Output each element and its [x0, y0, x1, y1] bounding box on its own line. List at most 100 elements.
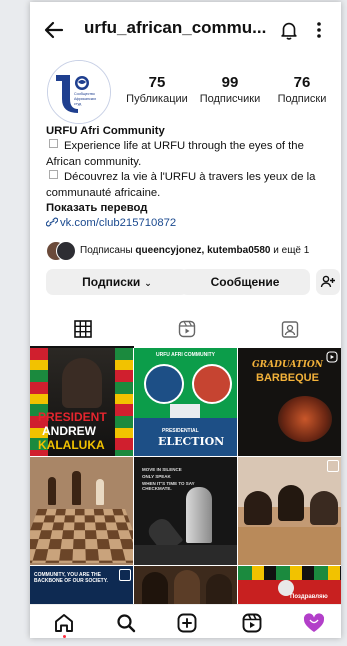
food-plate	[278, 396, 332, 442]
post-caption: MOVE IN SILENCE	[142, 467, 182, 472]
profile-name: URFU Afri Community	[46, 125, 165, 137]
tab-tagged[interactable]	[237, 312, 341, 348]
instagram-profile-screen: urfu_african_commu... Сообщество Африкан…	[30, 2, 341, 638]
top-bar: urfu_african_commu...	[30, 2, 341, 58]
chess-king	[186, 487, 212, 543]
profile-icon[interactable]	[302, 611, 326, 635]
stat-following-label: Подписки	[277, 93, 327, 105]
post-tile[interactable]: MOVE IN SILENCE ONLY SPEAK WHEN IT'S TIM…	[134, 457, 237, 565]
post-caption: ELECTION	[158, 435, 225, 448]
multi-post-icon	[119, 569, 131, 581]
bio-line2-text: Découvrez la vie à l'URFU à travers les …	[46, 171, 316, 199]
candidate-photo	[144, 364, 184, 404]
post-tile[interactable]: COMMUNITY, YOU ARE THE BACKBONE OF OUR S…	[30, 566, 133, 606]
person-photo	[142, 572, 168, 606]
follower-avatar	[56, 241, 76, 261]
person-photo	[206, 574, 232, 606]
decor-stripes	[238, 566, 341, 580]
board-edge	[134, 545, 237, 565]
post-caption: URFU AFRI COMMUNITY	[156, 352, 215, 358]
grid-icon	[74, 320, 92, 338]
stat-followers-label: Подписчики	[199, 93, 261, 105]
profile-tabs	[30, 312, 341, 348]
mutual-followers-text: Подписаны queencyjonez, kutemba0580 и ещ…	[80, 245, 309, 256]
table	[238, 527, 341, 565]
stat-followers-count: 99	[221, 74, 239, 91]
post-tile[interactable]	[238, 457, 341, 565]
notification-dot	[63, 635, 66, 638]
followers-names: queencyjonez, kutemba0580	[135, 245, 271, 256]
stat-followers[interactable]: 99 Подписчики	[195, 74, 265, 105]
add-person-button[interactable]	[316, 269, 340, 295]
subscriptions-label: Подписки	[82, 275, 141, 289]
show-translation-link[interactable]: Показать перевод	[46, 201, 336, 216]
bio-line-english: Experience life at URFU through the eyes…	[46, 139, 336, 170]
avatar[interactable]: Сообщество Африканских студ	[47, 60, 111, 124]
bio-line1-text: Experience life at URFU through the eyes…	[46, 140, 304, 168]
link-icon	[46, 218, 58, 227]
post-caption: ANDREW	[42, 424, 96, 438]
profile-link-text: vk.com/club215710872	[60, 217, 177, 230]
followers-suffix: и ещё 1	[270, 245, 310, 256]
mutual-followers[interactable]: Подписаны queencyjonez, kutemba0580 и ещ…	[46, 241, 336, 261]
chess-piece	[72, 471, 81, 505]
subscriptions-button[interactable]: Подписки ⌄	[46, 269, 188, 295]
message-button[interactable]: Сообщение	[180, 269, 310, 295]
placeholder-glyph-icon	[49, 170, 58, 180]
post-caption: GRADUATION	[252, 360, 323, 370]
tab-reels[interactable]	[134, 312, 238, 348]
bell-icon[interactable]	[278, 18, 300, 42]
post-caption: BARBEQUE	[256, 372, 319, 384]
reels-badge-icon	[326, 351, 338, 363]
person-photo	[278, 485, 304, 521]
stat-following-count: 76	[293, 74, 311, 91]
post-tile[interactable]: URFU AFRI COMMUNITY PRESIDENTIAL ELECTIO…	[134, 348, 237, 456]
bio-line-french: Découvrez la vie à l'URFU à travers les …	[46, 170, 336, 201]
post-caption: PRESIDENTIAL	[162, 428, 199, 434]
followers-prefix: Подписаны	[80, 245, 136, 256]
stat-posts-label: Публикации	[126, 93, 188, 105]
create-icon[interactable]	[175, 611, 199, 635]
person-photo	[174, 570, 200, 606]
more-vertical-icon[interactable]	[315, 18, 323, 42]
profile-username: urfu_african_commu...	[84, 18, 267, 37]
tagged-icon	[281, 321, 299, 338]
svg-text:Сообщество: Сообщество	[74, 92, 95, 96]
person-photo	[310, 491, 338, 525]
home-icon[interactable]	[52, 611, 76, 635]
profile-link[interactable]: vk.com/club215710872	[46, 216, 336, 231]
profile-bio: URFU Afri Community Experience life at U…	[46, 124, 336, 232]
post-tile[interactable]	[134, 566, 237, 606]
placeholder-glyph-icon	[49, 139, 58, 149]
multi-post-icon	[327, 460, 339, 472]
post-caption: KALALUKA	[38, 438, 105, 452]
post-caption: COMMUNITY, YOU ARE THE BACKBONE OF OUR S…	[34, 572, 108, 584]
flag-stripes	[115, 348, 133, 456]
post-tile[interactable]: GRADUATION BARBEQUE	[238, 348, 341, 456]
reels-icon[interactable]	[240, 611, 264, 635]
post-caption: PRESIDENT	[38, 410, 107, 424]
person-photo	[62, 358, 102, 408]
person-photo	[244, 491, 272, 525]
arrow-left-icon[interactable]	[42, 18, 66, 42]
message-label: Сообщение	[210, 275, 280, 289]
tab-posts[interactable]	[30, 312, 134, 348]
post-caption: Поздравляю	[290, 594, 328, 600]
chess-board	[30, 508, 133, 563]
post-tile[interactable]: Поздравляю	[238, 566, 341, 606]
post-caption: ONLY SPEAK	[142, 474, 171, 479]
search-icon[interactable]	[114, 611, 138, 635]
bottom-navigation	[30, 604, 341, 638]
candidate-photo	[192, 364, 232, 404]
chess-piece	[48, 477, 56, 505]
post-tile[interactable]: PRESIDENT ANDREW KALALUKA	[30, 348, 133, 456]
chevron-down-icon: ⌄	[144, 278, 152, 288]
svg-text:студ: студ	[74, 102, 82, 106]
stat-posts-count: 75	[148, 74, 166, 91]
community-logo-icon: Сообщество Африканских студ	[48, 61, 110, 123]
post-tile[interactable]	[30, 457, 133, 565]
reels-icon	[178, 320, 196, 338]
svg-text:Африканских: Африканских	[74, 97, 96, 101]
stat-posts[interactable]: 75 Публикации	[122, 74, 192, 105]
stat-following[interactable]: 76 Подписки	[270, 74, 334, 105]
